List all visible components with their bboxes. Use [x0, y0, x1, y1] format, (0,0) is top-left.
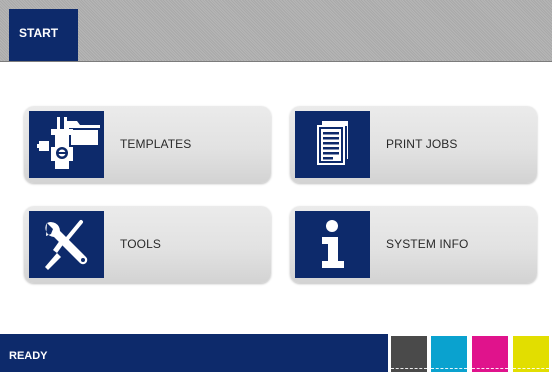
- system-info-label: SYSTEM INFO: [386, 237, 469, 251]
- status-bar: READY: [0, 334, 388, 372]
- templates-icon: [29, 111, 104, 178]
- system-info-icon: [295, 211, 370, 278]
- print-jobs-icon: [295, 111, 370, 178]
- tools-button[interactable]: TOOLS: [24, 206, 271, 283]
- system-info-button[interactable]: SYSTEM INFO: [290, 206, 537, 283]
- print-jobs-label: PRINT JOBS: [386, 137, 458, 151]
- ink-swatch-yellow: [513, 336, 549, 372]
- ink-swatch-cyan: [431, 336, 467, 372]
- print-jobs-button[interactable]: PRINT JOBS: [290, 106, 537, 183]
- ink-swatch-black: [391, 336, 427, 372]
- ink-swatch-magenta: [472, 336, 508, 372]
- top-bar: [0, 0, 552, 61]
- top-bar-divider: [0, 61, 552, 62]
- templates-label: TEMPLATES: [120, 137, 192, 151]
- tools-label: TOOLS: [120, 237, 161, 251]
- tools-icon: [29, 211, 104, 278]
- status-text: READY: [9, 350, 48, 362]
- tab-start[interactable]: START: [9, 9, 78, 61]
- templates-button[interactable]: TEMPLATES: [24, 106, 271, 183]
